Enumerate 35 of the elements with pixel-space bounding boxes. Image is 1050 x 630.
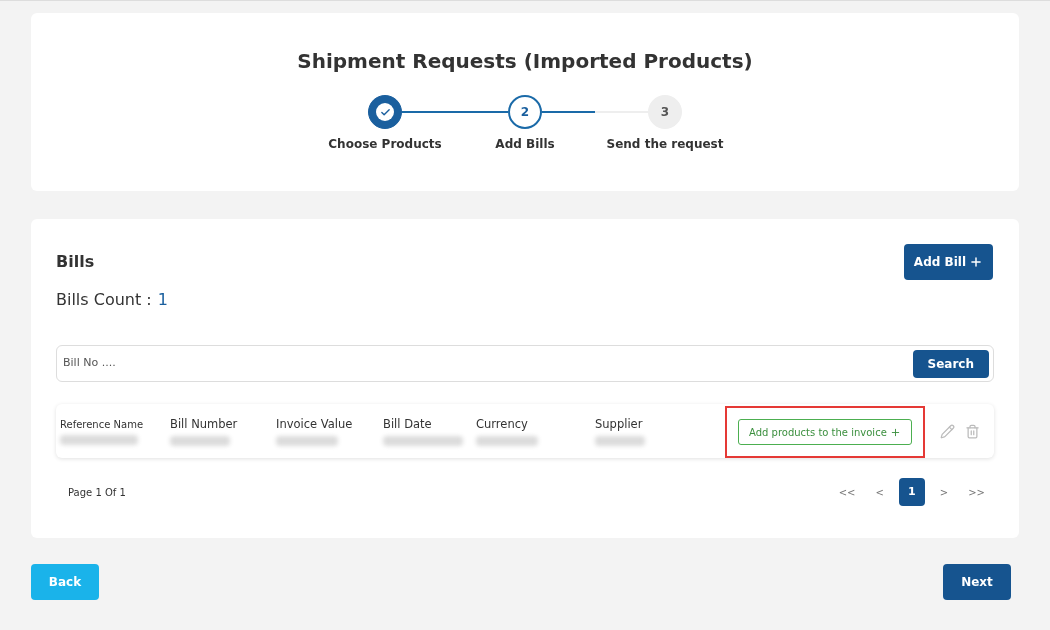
count-label: Bills Count : bbox=[56, 289, 152, 311]
last-page-button[interactable]: >> bbox=[963, 484, 990, 500]
plus-icon bbox=[969, 255, 983, 269]
page-info: Page 1 Of 1 bbox=[68, 485, 126, 500]
page-title: Shipment Requests (Imported Products) bbox=[297, 48, 753, 75]
edit-icon[interactable] bbox=[940, 423, 955, 439]
plus-icon bbox=[889, 426, 901, 438]
add-products-button[interactable]: Add products to the invoice bbox=[738, 419, 912, 445]
search-field[interactable]: Bill No .... Search bbox=[56, 345, 994, 382]
step-number: 3 bbox=[660, 104, 670, 121]
step-number: 2 bbox=[520, 104, 530, 121]
search-button[interactable]: Search bbox=[912, 349, 989, 378]
delete-icon[interactable] bbox=[965, 423, 980, 439]
redacted-value bbox=[276, 436, 338, 447]
section-heading: Bills bbox=[56, 251, 96, 273]
add-bill-button[interactable]: Add Bill bbox=[903, 244, 993, 280]
prev-page-button[interactable]: < bbox=[870, 484, 889, 500]
redacted-value bbox=[595, 436, 645, 447]
column-label: Reference Name bbox=[60, 418, 145, 432]
step-label: Add Bills bbox=[495, 136, 555, 153]
page-button[interactable]: 1 bbox=[898, 478, 925, 506]
column-label: Invoice Value bbox=[276, 415, 354, 433]
next-button[interactable]: Next bbox=[943, 564, 1011, 600]
column-label: Supplier bbox=[595, 415, 644, 433]
step-label: Choose Products bbox=[328, 136, 442, 153]
column-label: Bill Date bbox=[383, 415, 433, 433]
column-label: Bill Number bbox=[170, 415, 239, 433]
step-label: Send the request bbox=[606, 136, 724, 153]
first-page-button[interactable]: << bbox=[833, 484, 861, 500]
redacted-value bbox=[476, 436, 538, 447]
next-page-button[interactable]: > bbox=[934, 484, 954, 500]
redacted-value bbox=[170, 436, 230, 447]
column-label: Currency bbox=[476, 415, 529, 433]
count-value: 1 bbox=[157, 289, 168, 311]
check-icon bbox=[379, 106, 391, 118]
